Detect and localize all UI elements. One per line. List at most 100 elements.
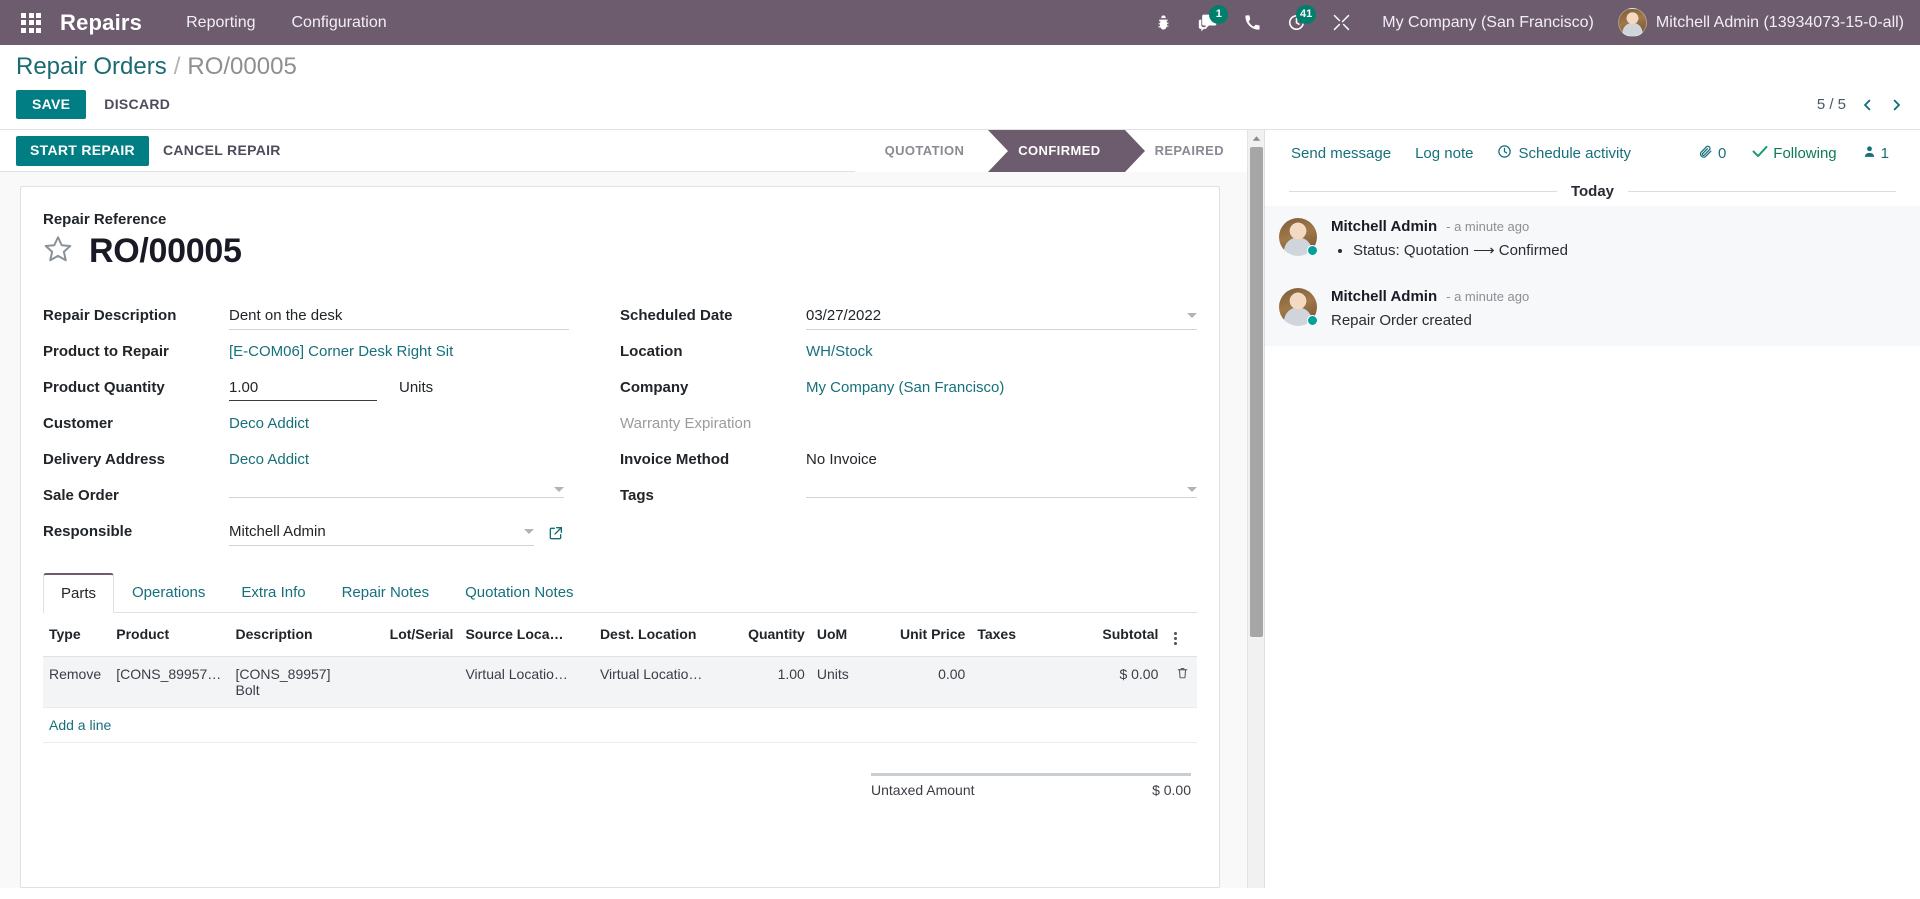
col-unit-price[interactable]: Unit Price (882, 612, 972, 657)
followers-counter[interactable]: 1 (1850, 142, 1902, 165)
col-lot-serial[interactable]: Lot/Serial (351, 612, 460, 657)
field-label-repair-description: Repair Description (43, 307, 177, 325)
col-type[interactable]: Type (43, 612, 111, 657)
nav-item-reporting[interactable]: Reporting (168, 0, 273, 45)
table-row[interactable]: Remove [CONS_89957]… [CONS_89957] Bolt V… (43, 656, 1197, 708)
chatter-stats: 0 Following 1 (1685, 142, 1902, 165)
company-value[interactable]: My Company (San Francisco) (806, 379, 1004, 396)
trash-icon[interactable] (1176, 667, 1189, 683)
responsible-select[interactable]: Mitchell Admin (229, 523, 534, 547)
col-quantity[interactable]: Quantity (730, 612, 811, 657)
favorite-star-icon[interactable] (43, 234, 73, 269)
field-label-company: Company (620, 379, 689, 397)
activities-clock-icon[interactable]: 41 (1274, 0, 1319, 45)
col-source-location[interactable]: Source Loca… (459, 612, 594, 657)
user-icon (1863, 144, 1876, 163)
message-body: Repair Order created (1331, 312, 1472, 330)
cell-lot-serial[interactable] (351, 656, 460, 708)
field-label-product-quantity: Product Quantity (43, 379, 165, 397)
control-panel: Repair Orders / RO/00005 SAVE DISCARD 5 … (0, 45, 1920, 131)
location-value[interactable]: WH/Stock (806, 343, 873, 360)
col-dest-location[interactable]: Dest. Location (593, 612, 731, 657)
tab-extra-info[interactable]: Extra Info (223, 573, 323, 612)
send-message-button[interactable]: Send message (1279, 143, 1403, 164)
optional-columns-toggle[interactable] (1164, 612, 1197, 657)
following-toggle[interactable]: Following (1739, 143, 1849, 164)
breadcrumb-repair-orders[interactable]: Repair Orders (16, 53, 167, 81)
app-brand-title[interactable]: Repairs (52, 10, 168, 36)
cell-type[interactable]: Remove (43, 656, 111, 708)
add-line-row[interactable]: Add a line (43, 707, 1197, 743)
presence-dot-icon (1307, 315, 1318, 327)
company-switcher[interactable]: My Company (San Francisco) (1364, 14, 1608, 32)
col-product[interactable]: Product (110, 612, 230, 657)
cell-description[interactable]: [CONS_89957] Bolt (229, 656, 351, 708)
nav-item-configuration[interactable]: Configuration (273, 0, 404, 45)
product-to-repair-value[interactable]: [E-COM06] Corner Desk Right Sit (229, 343, 453, 360)
tab-operations[interactable]: Operations (114, 573, 223, 612)
phone-icon[interactable] (1231, 0, 1274, 45)
clock-icon (1497, 144, 1512, 163)
product-quantity-input[interactable]: 1.00 (229, 379, 377, 402)
apps-menu-button[interactable] (10, 0, 52, 45)
tab-parts[interactable]: Parts (43, 573, 115, 613)
cell-uom[interactable]: Units (810, 656, 883, 708)
bug-icon[interactable] (1142, 0, 1185, 45)
save-button[interactable]: SAVE (16, 90, 87, 120)
col-description[interactable]: Description (229, 612, 351, 657)
grid-apps-icon (21, 12, 41, 33)
tab-quotation-notes[interactable]: Quotation Notes (447, 573, 591, 612)
stage-confirmed[interactable]: CONFIRMED (988, 130, 1145, 172)
chatter-panel: Send message Log note Schedule activity (1264, 130, 1920, 889)
customer-value[interactable]: Deco Addict (229, 415, 309, 432)
pager-previous-button[interactable] (1860, 96, 1875, 114)
field-scheduled-date: Scheduled Date 03/27/2022 (620, 299, 1197, 335)
form-vertical-scrollbar[interactable] (1247, 130, 1264, 889)
add-a-line-button[interactable]: Add a line (49, 717, 111, 733)
cell-subtotal[interactable]: $ 0.00 (1042, 656, 1165, 708)
discard-button[interactable]: DISCARD (88, 90, 186, 119)
tab-repair-notes[interactable]: Repair Notes (324, 573, 448, 612)
scrollbar-thumb[interactable] (1250, 147, 1263, 638)
open-responsible-external-icon[interactable] (548, 525, 564, 545)
breadcrumb-current-record: RO/00005 (187, 53, 297, 80)
add-line-cell[interactable]: Add a line (43, 707, 1197, 743)
sale-order-select[interactable] (229, 487, 564, 499)
cell-product[interactable]: [CONS_89957]… (110, 656, 230, 708)
messages-icon[interactable]: 1 (1185, 0, 1231, 45)
delivery-address-value[interactable]: Deco Addict (229, 451, 309, 468)
schedule-activity-button[interactable]: Schedule activity (1485, 142, 1643, 165)
cell-taxes[interactable] (971, 656, 1043, 708)
row-delete-cell[interactable] (1164, 656, 1197, 708)
log-note-button[interactable]: Log note (1403, 143, 1485, 164)
col-subtotal[interactable]: Subtotal (1042, 612, 1165, 657)
scroll-up-arrow-icon[interactable] (1248, 130, 1264, 148)
divider (1628, 191, 1896, 193)
start-repair-button[interactable]: START REPAIR (16, 136, 149, 166)
field-label-location: Location (620, 343, 683, 361)
scheduled-date-input[interactable]: 03/27/2022 (806, 307, 1197, 331)
chevron-down-icon (524, 529, 534, 535)
pager-next-button[interactable] (1889, 96, 1904, 114)
repair-description-input[interactable]: Dent on the desk (229, 307, 569, 331)
cell-quantity[interactable]: 1.00 (730, 656, 811, 708)
message-timestamp: - a minute ago (1446, 289, 1530, 305)
message-author[interactable]: Mitchell Admin (1331, 218, 1437, 235)
chatter-thread: Today Mitchell Admin - a minute ago Stat… (1265, 175, 1920, 888)
cell-dest-location[interactable]: Virtual Locatio… (593, 656, 731, 708)
message-timestamp: - a minute ago (1446, 219, 1530, 235)
cell-source-location[interactable]: Virtual Locatio… (459, 656, 594, 708)
stage-quotation[interactable]: QUOTATION (854, 130, 989, 172)
user-menu[interactable]: Mitchell Admin (13934073-15-0-all) (1608, 8, 1908, 37)
cancel-repair-button[interactable]: CANCEL REPAIR (149, 136, 295, 165)
thread-date-label: Today (1570, 183, 1615, 201)
col-uom[interactable]: UoM (810, 612, 883, 657)
col-taxes[interactable]: Taxes (971, 612, 1043, 657)
form-pane: START REPAIR CANCEL REPAIR QUOTATION CON… (0, 130, 1264, 889)
cell-unit-price[interactable]: 0.00 (882, 656, 972, 708)
list-item: Mitchell Admin - a minute ago Status: Qu… (1265, 206, 1920, 277)
attachments-counter[interactable]: 0 (1685, 142, 1739, 165)
message-author[interactable]: Mitchell Admin (1331, 288, 1437, 305)
developer-tools-icon[interactable] (1319, 0, 1364, 45)
tags-select[interactable] (806, 487, 1197, 499)
